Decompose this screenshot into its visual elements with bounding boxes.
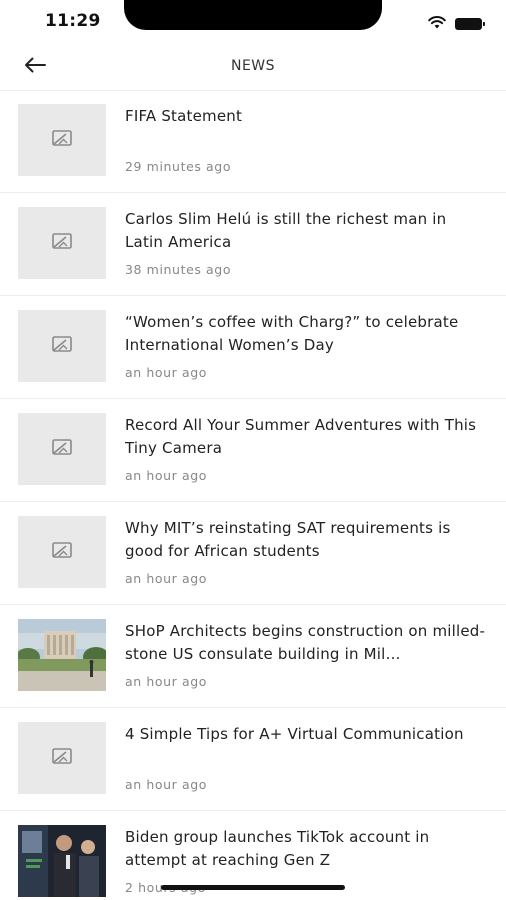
news-thumbnail xyxy=(18,516,106,588)
home-indicator[interactable] xyxy=(161,885,345,890)
image-broken-icon xyxy=(52,336,72,356)
status-bar: 11:29 xyxy=(0,0,506,44)
news-thumbnail xyxy=(18,413,106,485)
news-title: Biden group launches TikTok account in a… xyxy=(125,828,430,869)
news-time: 38 minutes ago xyxy=(125,262,232,277)
news-screen: 11:29 NEWS FIFA Statement 29 minutes ago… xyxy=(0,0,506,900)
architecture-photo xyxy=(18,619,106,691)
news-time: an hour ago xyxy=(125,365,208,380)
news-title: Carlos Slim Helú is still the richest ma… xyxy=(125,210,447,251)
news-thumbnail xyxy=(18,207,106,279)
news-item[interactable]: FIFA Statement 29 minutes ago xyxy=(0,90,506,193)
image-broken-icon xyxy=(52,439,72,459)
status-time: 11:29 xyxy=(45,11,101,31)
news-time: an hour ago xyxy=(125,571,208,586)
news-thumbnail xyxy=(18,310,106,382)
news-item[interactable]: Record All Your Summer Adventures with T… xyxy=(0,399,506,502)
image-broken-icon xyxy=(52,748,72,768)
news-thumbnail-photo xyxy=(18,825,106,897)
news-thumbnail-photo xyxy=(18,619,106,691)
news-time: 29 minutes ago xyxy=(125,159,232,174)
people-photo xyxy=(18,825,106,897)
news-item[interactable]: 4 Simple Tips for A+ Virtual Communicati… xyxy=(0,708,506,811)
image-broken-icon xyxy=(52,542,72,562)
news-title: “Women’s coffee with Charg?” to celebrat… xyxy=(125,313,459,354)
news-thumbnail xyxy=(18,722,106,794)
page-title: NEWS xyxy=(230,58,276,74)
news-time: an hour ago xyxy=(125,777,208,792)
device-notch xyxy=(124,0,382,30)
image-broken-icon xyxy=(52,130,72,150)
news-item[interactable]: SHoP Architects begins construction on m… xyxy=(0,605,506,708)
news-item[interactable]: Carlos Slim Helú is still the richest ma… xyxy=(0,193,506,296)
battery-icon xyxy=(455,17,485,30)
news-title: Why MIT’s reinstating SAT requirements i… xyxy=(125,519,451,560)
news-list: FIFA Statement 29 minutes ago Carlos Sli… xyxy=(0,90,506,900)
news-title: Record All Your Summer Adventures with T… xyxy=(125,416,477,457)
news-item[interactable]: Why MIT’s reinstating SAT requirements i… xyxy=(0,502,506,605)
news-time: an hour ago xyxy=(125,674,208,689)
news-title: FIFA Statement xyxy=(125,107,243,125)
wifi-icon xyxy=(428,14,446,33)
news-title: SHoP Architects begins construction on m… xyxy=(125,622,486,663)
news-time: an hour ago xyxy=(125,468,208,483)
news-item[interactable]: “Women’s coffee with Charg?” to celebrat… xyxy=(0,296,506,399)
nav-header: NEWS xyxy=(0,44,506,91)
news-title: 4 Simple Tips for A+ Virtual Communicati… xyxy=(125,725,464,743)
status-icons xyxy=(428,14,485,33)
news-thumbnail xyxy=(18,104,106,176)
image-broken-icon xyxy=(52,233,72,253)
